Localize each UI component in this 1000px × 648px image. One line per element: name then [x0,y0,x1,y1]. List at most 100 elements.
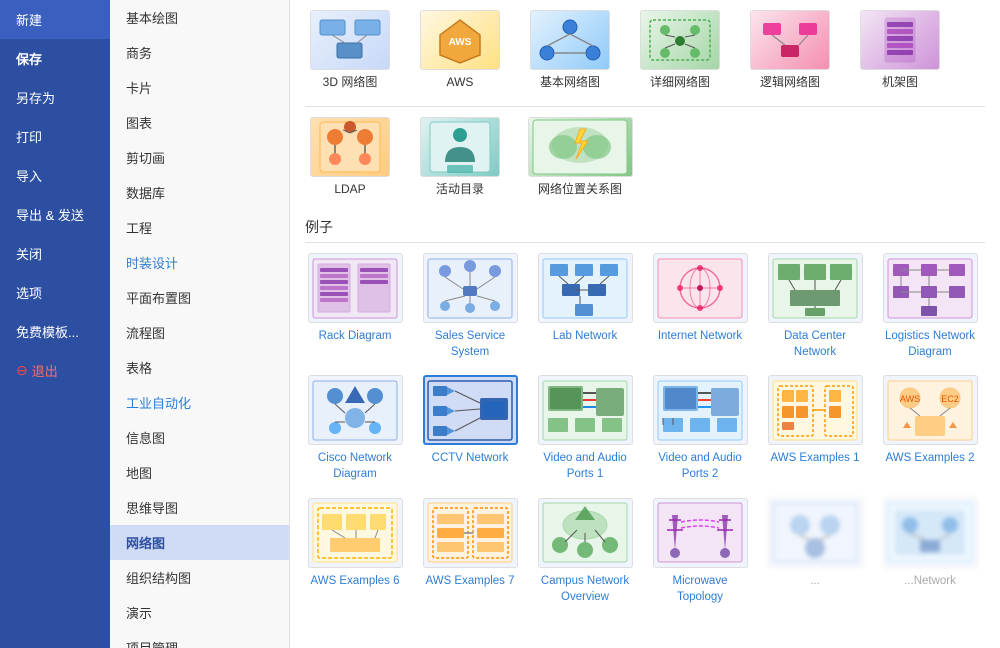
template-detail-network[interactable]: 详细网络图 [635,10,725,91]
svg-text:AWS: AWS [449,37,472,48]
template-aws[interactable]: AWS AWS [415,10,505,91]
sidebar-item-print[interactable]: 打印 [0,117,110,156]
example-cctv-label: CCTV Network [432,450,509,466]
template-location[interactable]: 网络位置关系图 [525,117,635,198]
nav-item-presentation[interactable]: 演示 [110,595,289,630]
example-internet-network[interactable]: Internet Network [650,253,750,360]
example-sales-service[interactable]: Sales Service System [420,253,520,360]
example-aws-1[interactable]: AWS Examples 1 [765,375,865,482]
example-datacenter-thumb [768,253,863,323]
template-ldap-thumb [310,117,390,177]
template-basic-thumb [530,10,610,70]
example-video2-thumb [653,375,748,445]
aws-examples7-icon [425,500,515,565]
nav-item-mindmap[interactable]: 思维导图 [110,490,289,525]
example-cisco-network[interactable]: Cisco Network Diagram [305,375,405,482]
sidebar-item-close[interactable]: 关闭 [0,234,110,273]
template-rack-thumb [860,10,940,70]
example-blurred-2[interactable]: ...Network [880,498,980,605]
template-rack[interactable]: 机架图 [855,10,945,91]
sales-service-icon [425,256,515,321]
example-internet-label: Internet Network [658,328,742,344]
template-detail-thumb [640,10,720,70]
aws-examples6-icon [310,500,400,565]
nav-item-engineering[interactable]: 工程 [110,210,289,245]
template-ldap-label: LDAP [334,182,365,198]
example-lab-network[interactable]: Lab Network [535,253,635,360]
nav-item-card[interactable]: 卡片 [110,70,289,105]
blurred-example2-icon [885,500,975,565]
nav-item-database[interactable]: 数据库 [110,175,289,210]
example-data-center[interactable]: Data Center Network [765,253,865,360]
example-logistics-label: Logistics Network Diagram [880,328,980,360]
nav-item-basic[interactable]: 基本绘图 [110,0,289,35]
sidebar-item-options[interactable]: 选项 [0,273,110,312]
example-aws2-label: AWS Examples 2 [885,450,974,466]
sidebar-item-save[interactable]: 保存 [0,39,110,78]
example-aws-6[interactable]: AWS Examples 6 [305,498,405,605]
example-blurred1-thumb [768,498,863,568]
blurred-example1-icon [770,500,860,565]
template-ldap[interactable]: LDAP [305,117,395,198]
network-location-icon [530,117,630,177]
sidebar-item-save-as[interactable]: 另存为 [0,78,110,117]
rack-diagram-example-icon [310,256,400,321]
aws-examples2-icon: AWS EC2 [885,378,975,443]
example-microwave-topology[interactable]: Microwave Topology [650,498,750,605]
example-logistics[interactable]: Logistics Network Diagram [880,253,980,360]
lab-network-icon [540,256,630,321]
example-cctv-network[interactable]: CCTV Network [420,375,520,482]
example-aws-2[interactable]: AWS EC2 AWS Examples 2 [880,375,980,482]
sidebar-item-import[interactable]: 导入 [0,156,110,195]
example-video1-thumb [538,375,633,445]
example-video-audio-1[interactable]: Video and Audio Ports 1 [535,375,635,482]
example-rack-label: Rack Diagram [319,328,392,344]
example-logistics-thumb [883,253,978,323]
internet-network-icon [655,256,745,321]
nav-item-industrial[interactable]: 工业自动化 [110,385,289,420]
example-blurred2-thumb [883,498,978,568]
example-campus-network[interactable]: Campus Network Overview [535,498,635,605]
example-aws-7[interactable]: AWS Examples 7 [420,498,520,605]
sidebar-item-new[interactable]: 新建 [0,0,110,39]
example-blurred2-label: ...Network [904,573,956,589]
template-3d-label: 3D 网络图 [323,75,378,91]
nav-item-business[interactable]: 商务 [110,35,289,70]
example-video-audio-2[interactable]: Video and Audio Ports 2 [650,375,750,482]
example-blurred-1[interactable]: ... [765,498,865,605]
nav-item-network[interactable]: 网络图 [110,525,289,560]
nav-item-fashion[interactable]: 时装设计 [110,245,289,280]
nav-item-flowchart[interactable]: 流程图 [110,315,289,350]
template-basic-network[interactable]: 基本网络图 [525,10,615,91]
template-activity-label: 活动目录 [436,182,484,198]
nav-item-infographic[interactable]: 信息图 [110,420,289,455]
cctv-network-icon [425,378,515,443]
template-3d-network[interactable]: 3D 网络图 [305,10,395,91]
nav-item-map[interactable]: 地图 [110,455,289,490]
nav-item-chart[interactable]: 图表 [110,105,289,140]
logic-network-icon [755,15,825,65]
sidebar-item-exit[interactable]: ⊖ 退出 [0,351,110,390]
video-audio-ports1-icon [540,378,630,443]
template-logic-label: 逻辑网络图 [760,75,820,91]
nav-item-org[interactable]: 组织结构图 [110,560,289,595]
sidebar-item-export[interactable]: 导出 & 发送 [0,195,110,234]
exit-icon: ⊖ [16,362,28,379]
rack-diagram-icon [865,15,935,65]
mid-templates-section: LDAP 活动目录 [305,117,985,203]
template-logic-network[interactable]: 逻辑网络图 [745,10,835,91]
example-microwave-label: Microwave Topology [650,573,750,605]
nav-item-floorplan[interactable]: 平面布置图 [110,280,289,315]
example-lab-label: Lab Network [553,328,618,344]
example-sales-thumb [423,253,518,323]
logistics-diagram-icon [885,256,975,321]
sidebar-item-free-templates[interactable]: 免费模板... [0,312,110,351]
example-cctv-thumb [423,375,518,445]
nav-item-clipart[interactable]: 剪切画 [110,140,289,175]
example-rack-diagram[interactable]: Rack Diagram [305,253,405,360]
nav-item-table[interactable]: 表格 [110,350,289,385]
template-activity[interactable]: 活动目录 [415,117,505,198]
template-logic-thumb [750,10,830,70]
video-audio-ports2-icon [655,378,745,443]
nav-item-project[interactable]: 项目管理 [110,630,289,648]
